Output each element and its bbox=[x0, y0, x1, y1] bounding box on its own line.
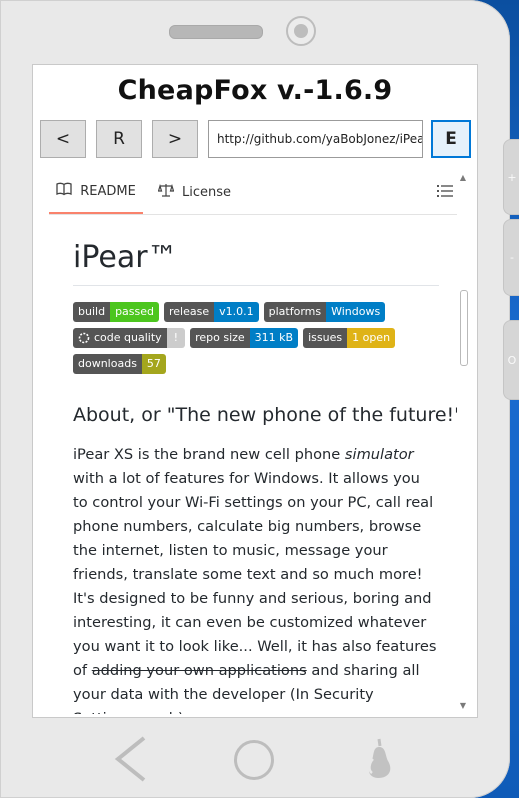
volume-up-button[interactable]: + bbox=[503, 139, 519, 215]
readme-content: iPear™ build passed release v1.0.1 platfor… bbox=[73, 240, 463, 714]
tab-readme-label: README bbox=[80, 183, 136, 199]
scale-icon bbox=[157, 183, 175, 201]
tab-readme[interactable]: README bbox=[49, 170, 143, 214]
phone-speaker bbox=[169, 25, 263, 39]
browser-window: CheapFox v.-1.6.9 < R > http://github.co… bbox=[32, 64, 478, 718]
code-quality-icon bbox=[78, 332, 90, 344]
readme-viewer: README License iPear™ build passed releas… bbox=[40, 170, 472, 714]
readme-title: iPear™ bbox=[73, 240, 439, 286]
about-heading: About, or "The new phone of the future!" bbox=[73, 404, 463, 426]
forward-button[interactable]: > bbox=[152, 120, 198, 158]
badge-code-quality[interactable]: code quality! bbox=[73, 328, 186, 348]
back-nav-icon[interactable] bbox=[112, 734, 148, 788]
reload-button[interactable]: R bbox=[96, 120, 142, 158]
badge-platforms[interactable]: platforms Windows bbox=[263, 302, 386, 322]
home-button-icon[interactable] bbox=[233, 739, 275, 785]
badge-repo-size[interactable]: repo size 311 kB bbox=[190, 328, 299, 348]
badge-issues[interactable]: issues 1 open bbox=[303, 328, 396, 348]
go-button[interactable]: E bbox=[431, 120, 471, 158]
url-input[interactable]: http://github.com/yaBobJonez/iPear bbox=[208, 120, 423, 158]
volume-down-button[interactable]: - bbox=[503, 219, 519, 296]
scroll-down-arrow-icon[interactable]: ▼ bbox=[459, 701, 467, 710]
tab-license-label: License bbox=[182, 184, 232, 200]
badge-row: build passed release v1.0.1 platforms Windo… bbox=[73, 302, 433, 374]
badge-downloads[interactable]: downloads 57 bbox=[73, 354, 166, 374]
back-button[interactable]: < bbox=[40, 120, 86, 158]
about-paragraph: iPear XS is the brand new cell phone sim… bbox=[73, 446, 437, 714]
power-button[interactable]: O bbox=[503, 320, 519, 400]
phone-frame: CheapFox v.-1.6.9 < R > http://github.co… bbox=[0, 0, 510, 798]
app-title: CheapFox v.-1.6.9 bbox=[117, 75, 393, 106]
book-icon bbox=[56, 182, 72, 200]
outline-list-icon[interactable] bbox=[437, 183, 455, 199]
badge-release[interactable]: release v1.0.1 bbox=[164, 302, 259, 322]
phone-camera bbox=[286, 16, 316, 46]
scroll-thumb[interactable] bbox=[460, 290, 468, 366]
badge-build[interactable]: build passed bbox=[73, 302, 159, 322]
tab-bar: README License bbox=[49, 170, 459, 215]
tab-license[interactable]: License bbox=[157, 170, 232, 214]
scroll-up-arrow-icon[interactable]: ▲ bbox=[459, 173, 467, 182]
pear-logo-icon[interactable] bbox=[364, 737, 394, 785]
vertical-scrollbar[interactable]: ▲ ▼ bbox=[457, 169, 469, 713]
